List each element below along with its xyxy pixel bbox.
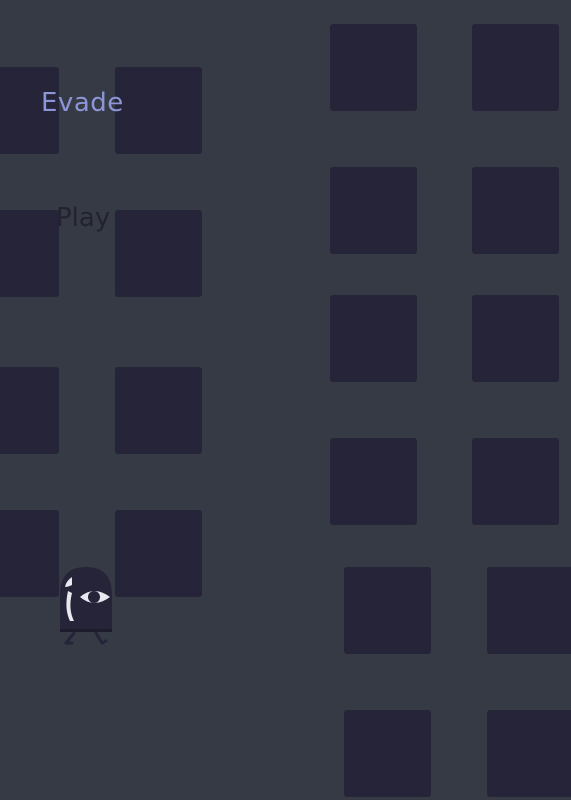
obstacle-block — [330, 438, 417, 525]
obstacle-block — [0, 510, 59, 597]
obstacle-block — [487, 710, 571, 797]
ghost-eye-icon — [60, 567, 112, 645]
obstacle-block — [472, 24, 559, 111]
obstacle-block — [472, 167, 559, 254]
obstacle-block — [0, 367, 59, 454]
game-title: Evade — [41, 88, 124, 118]
obstacle-block — [487, 567, 571, 654]
obstacle-block — [330, 167, 417, 254]
obstacle-block — [115, 510, 202, 597]
obstacle-block — [115, 210, 202, 297]
obstacle-block — [0, 210, 59, 297]
obstacle-block — [115, 67, 202, 154]
obstacle-block — [330, 295, 417, 382]
obstacle-block — [344, 710, 431, 797]
obstacle-block — [472, 438, 559, 525]
obstacle-block — [115, 367, 202, 454]
play-button[interactable]: Play — [56, 203, 110, 233]
obstacle-block — [472, 295, 559, 382]
obstacle-block — [344, 567, 431, 654]
game-stage[interactable]: Evade Play — [0, 0, 571, 800]
obstacle-block — [330, 24, 417, 111]
player-character[interactable] — [54, 563, 118, 651]
